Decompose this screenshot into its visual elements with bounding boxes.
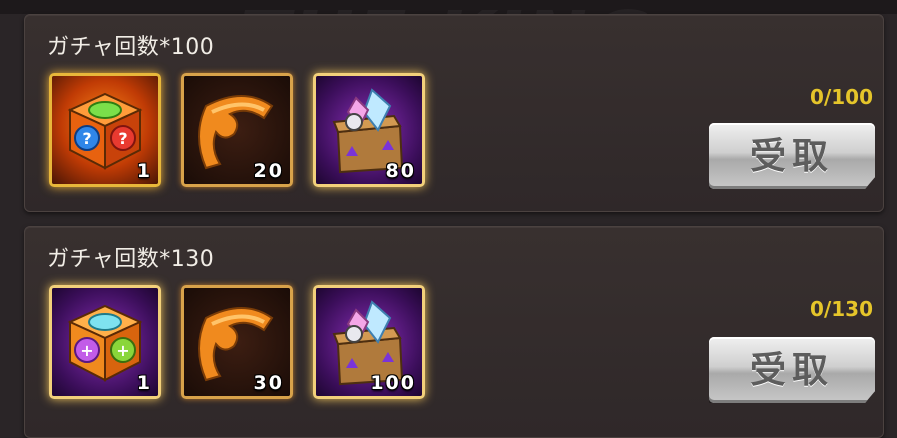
claim-button[interactable]: 受取: [709, 337, 875, 403]
mission-progress: 0/130: [810, 297, 873, 321]
mission-progress: 0/100: [810, 85, 873, 109]
mission-title: ガチャ回数*130: [47, 247, 215, 272]
svg-text:+: +: [116, 341, 129, 360]
reward-item-puzzle-piece[interactable]: 30: [181, 285, 293, 399]
reward-quantity: 80: [385, 160, 416, 182]
reward-quantity: 1: [136, 372, 152, 394]
reward-quantity: 30: [253, 372, 284, 394]
mission-row-gacha-130: ガチャ回数*130 + + 1 30 100 0/130 受取: [24, 226, 884, 438]
svg-text:?: ?: [82, 129, 91, 148]
claim-button[interactable]: 受取: [709, 123, 875, 189]
svg-text:+: +: [80, 341, 93, 360]
svg-text:?: ?: [118, 129, 127, 148]
reward-item-mystery-cube[interactable]: + + 1: [49, 285, 161, 399]
reward-item-mystery-cube[interactable]: ? ? 1: [49, 73, 161, 187]
claim-button-label: 受取: [749, 349, 834, 390]
reward-quantity: 100: [370, 372, 416, 394]
top-strip: [0, 0, 897, 14]
reward-quantity: 1: [136, 160, 152, 182]
reward-item-crystal-chest[interactable]: 80: [313, 73, 425, 187]
reward-quantity: 20: [253, 160, 284, 182]
mission-row-gacha-100: ガチャ回数*100 ? ? 1 20 80 0/100 受取: [24, 14, 884, 212]
reward-item-crystal-chest[interactable]: 100: [313, 285, 425, 399]
claim-button-label: 受取: [749, 135, 834, 176]
reward-item-puzzle-piece[interactable]: 20: [181, 73, 293, 187]
mission-title: ガチャ回数*100: [47, 35, 215, 60]
